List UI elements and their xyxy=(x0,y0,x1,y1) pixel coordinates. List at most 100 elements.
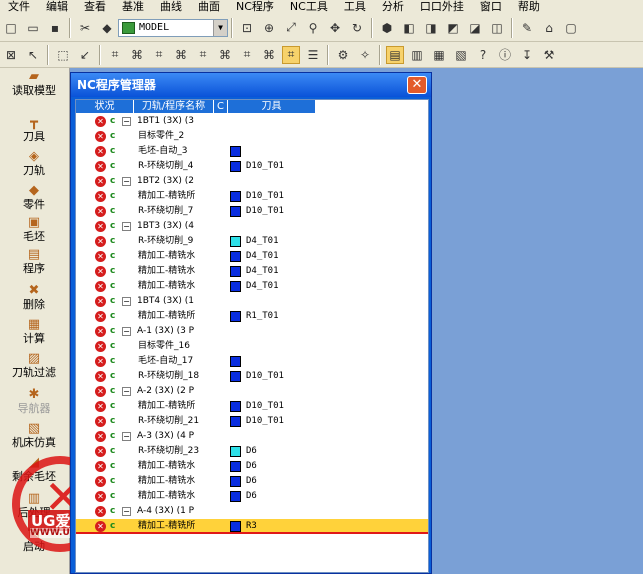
toolpath-row[interactable]: ✕ c 精加工-精铣所 D10_T01 xyxy=(76,189,428,204)
toolpath-row[interactable]: ✕ c 精加工-精铣水 D4_T01 xyxy=(76,249,428,264)
program-row[interactable]: ✕ c − A-1 (3X) (3 P xyxy=(76,324,428,339)
collapse-icon[interactable]: − xyxy=(122,507,131,516)
color-swatch[interactable] xyxy=(230,356,241,367)
menu-item[interactable]: 工具 xyxy=(336,0,374,14)
resource-button[interactable]: ◈ 刀轨 xyxy=(0,150,68,178)
collapse-icon[interactable]: − xyxy=(122,297,131,306)
zoom-box-icon[interactable]: ⊡ xyxy=(238,19,256,37)
color-swatch[interactable] xyxy=(230,401,241,412)
toolpath-row[interactable]: ✕ c R-环绕切削_7 D10_T01 xyxy=(76,204,428,219)
open-folder-icon[interactable]: ▭ xyxy=(24,19,42,37)
color-swatch[interactable] xyxy=(230,491,241,502)
program-row[interactable]: ✕ c −1BT4 (3X) (1 xyxy=(76,294,428,309)
color-swatch[interactable] xyxy=(230,461,241,472)
toolpath-row[interactable]: ✕ c 目标零件_2 xyxy=(76,129,428,144)
menu-item[interactable]: 编辑 xyxy=(38,0,76,14)
toolpath-row[interactable]: ✕ c R-环绕切削_21 D10_T01 xyxy=(76,414,428,429)
resource-button[interactable]: ▨ 刀轨过滤 xyxy=(0,352,68,380)
resource-button[interactable]: ◆ 零件 xyxy=(0,184,68,212)
layer-icon[interactable]: ◆ xyxy=(98,19,116,37)
view-front-icon[interactable]: ◧ xyxy=(400,19,418,37)
toolpath-row[interactable]: ✕ c 精加工-精铣水 D6 xyxy=(76,474,428,489)
measure-icon[interactable]: ↧ xyxy=(518,46,536,64)
color-swatch[interactable] xyxy=(230,251,241,262)
resource-button[interactable]: ▦ 计算 xyxy=(0,318,68,346)
camera-icon[interactable]: ⌂ xyxy=(540,19,558,37)
rotate-icon[interactable]: ↻ xyxy=(348,19,366,37)
toolpath-edit-7-icon[interactable]: ⌗ xyxy=(238,46,256,64)
toolpath-edit-2-icon[interactable]: ⌘ xyxy=(128,46,146,64)
toolpath-row[interactable]: ✕ c 目标零件_16 xyxy=(76,339,428,354)
menu-item[interactable]: 查看 xyxy=(76,0,114,14)
pointer-icon[interactable]: ↖ xyxy=(24,46,42,64)
select-box-icon[interactable]: ⬚ xyxy=(54,46,72,64)
toolpath-row[interactable]: ✕ c 精加工-精铣水 D4_T01 xyxy=(76,264,428,279)
zoom-fit-icon[interactable]: ⤢ xyxy=(282,19,300,37)
program-row[interactable]: ✕ c −1BT3 (3X) (4 xyxy=(76,219,428,234)
wireframe-icon[interactable]: ▢ xyxy=(562,19,580,37)
resource-button[interactable]: ✖ 删除 xyxy=(0,284,68,312)
resource-button[interactable]: ✱ 导航器 xyxy=(0,388,68,416)
collapse-icon[interactable]: − xyxy=(122,117,131,126)
toolpath-row[interactable]: ✕ c 精加工-精铣所 R1_T01 xyxy=(76,309,428,324)
menu-item[interactable]: 文件 xyxy=(0,0,38,14)
color-swatch[interactable] xyxy=(230,371,241,382)
model-combo[interactable]: MODEL ▼ xyxy=(118,18,228,37)
resource-button[interactable]: ┳ 刀具 xyxy=(0,116,68,144)
chevron-down-icon[interactable]: ▼ xyxy=(213,19,227,36)
report-icon[interactable]: ▥ xyxy=(408,46,426,64)
collapse-icon[interactable]: − xyxy=(122,387,131,396)
zoom-dynamic-icon[interactable]: ⊕ xyxy=(260,19,278,37)
color-swatch[interactable] xyxy=(230,446,241,457)
color-swatch[interactable] xyxy=(230,266,241,277)
magnify-icon[interactable]: ⚲ xyxy=(304,19,322,37)
color-swatch[interactable] xyxy=(230,311,241,322)
settings-icon[interactable]: ⚒ xyxy=(540,46,558,64)
color-swatch[interactable] xyxy=(230,146,241,157)
help-icon[interactable]: ? xyxy=(474,46,492,64)
toolpath-row[interactable]: ✕ c R-环绕切削_18 D10_T01 xyxy=(76,369,428,384)
header-c[interactable]: C xyxy=(214,100,228,113)
header-status[interactable]: 状况 xyxy=(76,100,134,113)
view-right-icon[interactable]: ◩ xyxy=(444,19,462,37)
menu-item[interactable]: 曲面 xyxy=(190,0,228,14)
cut-icon[interactable]: ✂ xyxy=(76,19,94,37)
menu-item[interactable]: NC工具 xyxy=(282,0,336,14)
color-swatch[interactable] xyxy=(230,416,241,427)
view-bottom-icon[interactable]: ◫ xyxy=(488,19,506,37)
nc-manager-icon[interactable]: ▤ xyxy=(386,45,404,64)
toolpath-row[interactable]: ✕ c 精加工-精铣水 D4_T01 xyxy=(76,279,428,294)
color-swatch[interactable] xyxy=(230,521,241,532)
toolpath-row[interactable]: ✕ c 精加工-精铣所 R3 xyxy=(76,519,428,534)
color-swatch[interactable] xyxy=(230,236,241,247)
resource-button[interactable]: ▧ 机床仿真 xyxy=(0,422,68,450)
toolpath-row[interactable]: ✕ c R-环绕切削_23 D6 xyxy=(76,444,428,459)
pan-icon[interactable]: ✥ xyxy=(326,19,344,37)
program-row[interactable]: ✕ c − A-4 (3X) (1 P xyxy=(76,504,428,519)
save-icon[interactable]: ▪ xyxy=(46,19,64,37)
collapse-icon[interactable]: − xyxy=(122,432,131,441)
collapse-icon[interactable]: − xyxy=(122,327,131,336)
wizard-icon[interactable]: ✧ xyxy=(356,46,374,64)
toolpath-row[interactable]: ✕ c 精加工-精铣水 D6 xyxy=(76,489,428,504)
toolpath-edit-4-icon[interactable]: ⌘ xyxy=(172,46,190,64)
view-left-icon[interactable]: ◪ xyxy=(466,19,484,37)
color-swatch[interactable] xyxy=(230,191,241,202)
toolpath-row[interactable]: ✕ c 毛坯-自动_17 xyxy=(76,354,428,369)
toolpath-edit-1-icon[interactable]: ⌗ xyxy=(106,46,124,64)
header-tool[interactable]: 刀具 xyxy=(228,100,316,113)
color-swatch[interactable] xyxy=(230,476,241,487)
toolpath-edit-3-icon[interactable]: ⌗ xyxy=(150,46,168,64)
menu-item[interactable]: 分析 xyxy=(374,0,412,14)
color-swatch[interactable] xyxy=(230,281,241,292)
toolpath-row[interactable]: ✕ c 毛坯-自动_3 xyxy=(76,144,428,159)
menu-item[interactable]: 曲线 xyxy=(152,0,190,14)
color-swatch[interactable] xyxy=(230,161,241,172)
resource-button[interactable]: ▣ 毛坯 xyxy=(0,216,68,244)
table-icon[interactable]: ▧ xyxy=(452,46,470,64)
program-row[interactable]: ✕ c −1BT1 (3X) (3 xyxy=(76,114,428,129)
collapse-icon[interactable]: − xyxy=(122,222,131,231)
toolpath-edit-5-icon[interactable]: ⌗ xyxy=(194,46,212,64)
select-filter-icon[interactable]: ⊠ xyxy=(2,46,20,64)
toolpath-active-icon[interactable]: ⌗ xyxy=(282,45,300,64)
